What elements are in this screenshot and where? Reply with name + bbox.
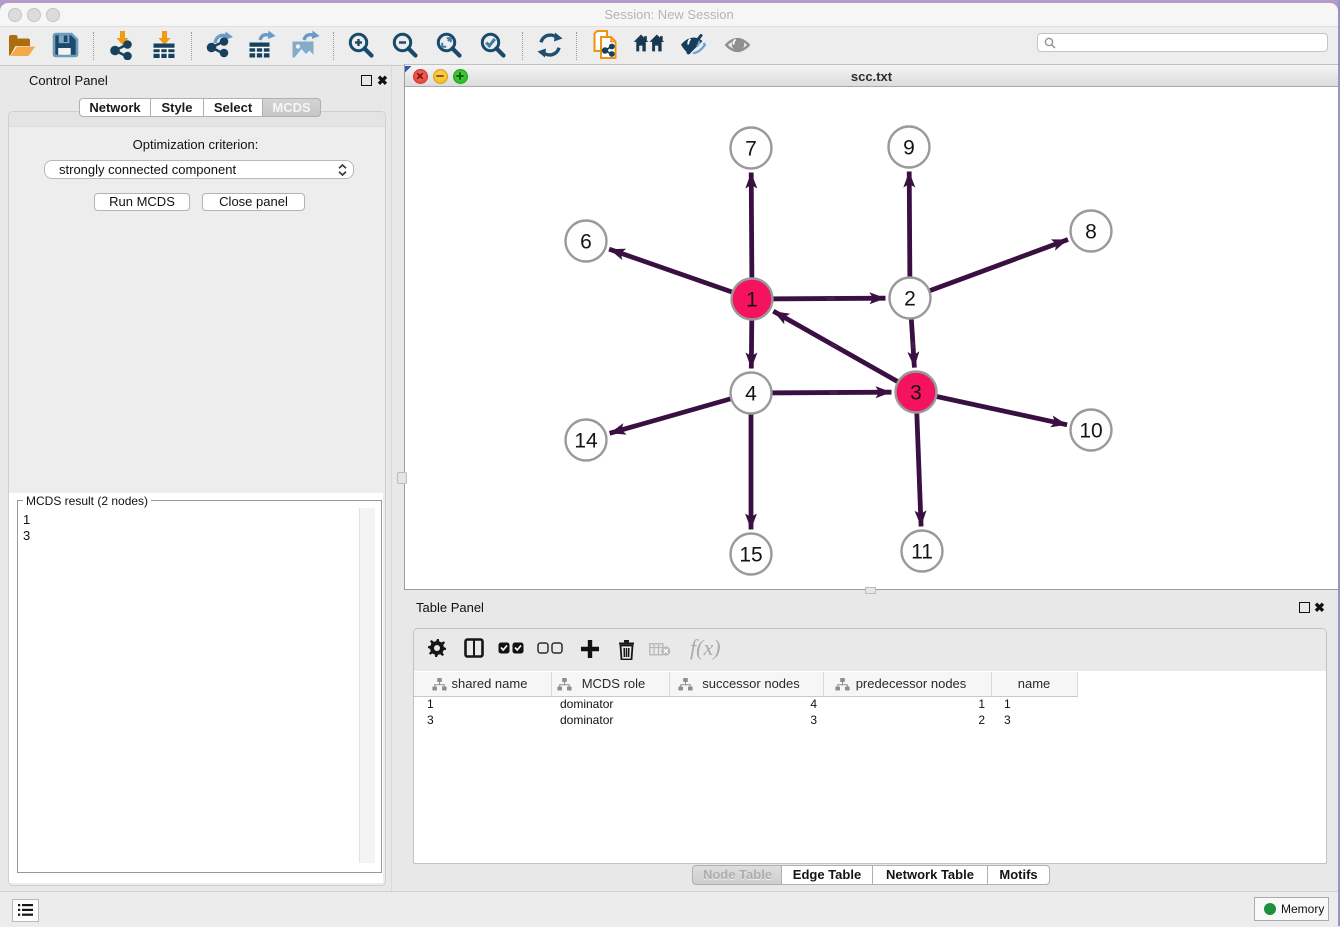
svg-text:10: 10 [1079, 420, 1102, 443]
svg-text:11: 11 [911, 541, 933, 564]
svg-text:8: 8 [1085, 221, 1097, 244]
svg-text:9: 9 [903, 137, 915, 160]
svg-text:3: 3 [910, 382, 922, 405]
svg-text:7: 7 [745, 138, 757, 161]
svg-text:2: 2 [904, 288, 916, 311]
svg-text:15: 15 [739, 544, 762, 567]
svg-text:1: 1 [746, 289, 758, 312]
svg-text:14: 14 [574, 430, 598, 453]
svg-text:6: 6 [580, 231, 592, 254]
svg-text:4: 4 [745, 383, 757, 406]
